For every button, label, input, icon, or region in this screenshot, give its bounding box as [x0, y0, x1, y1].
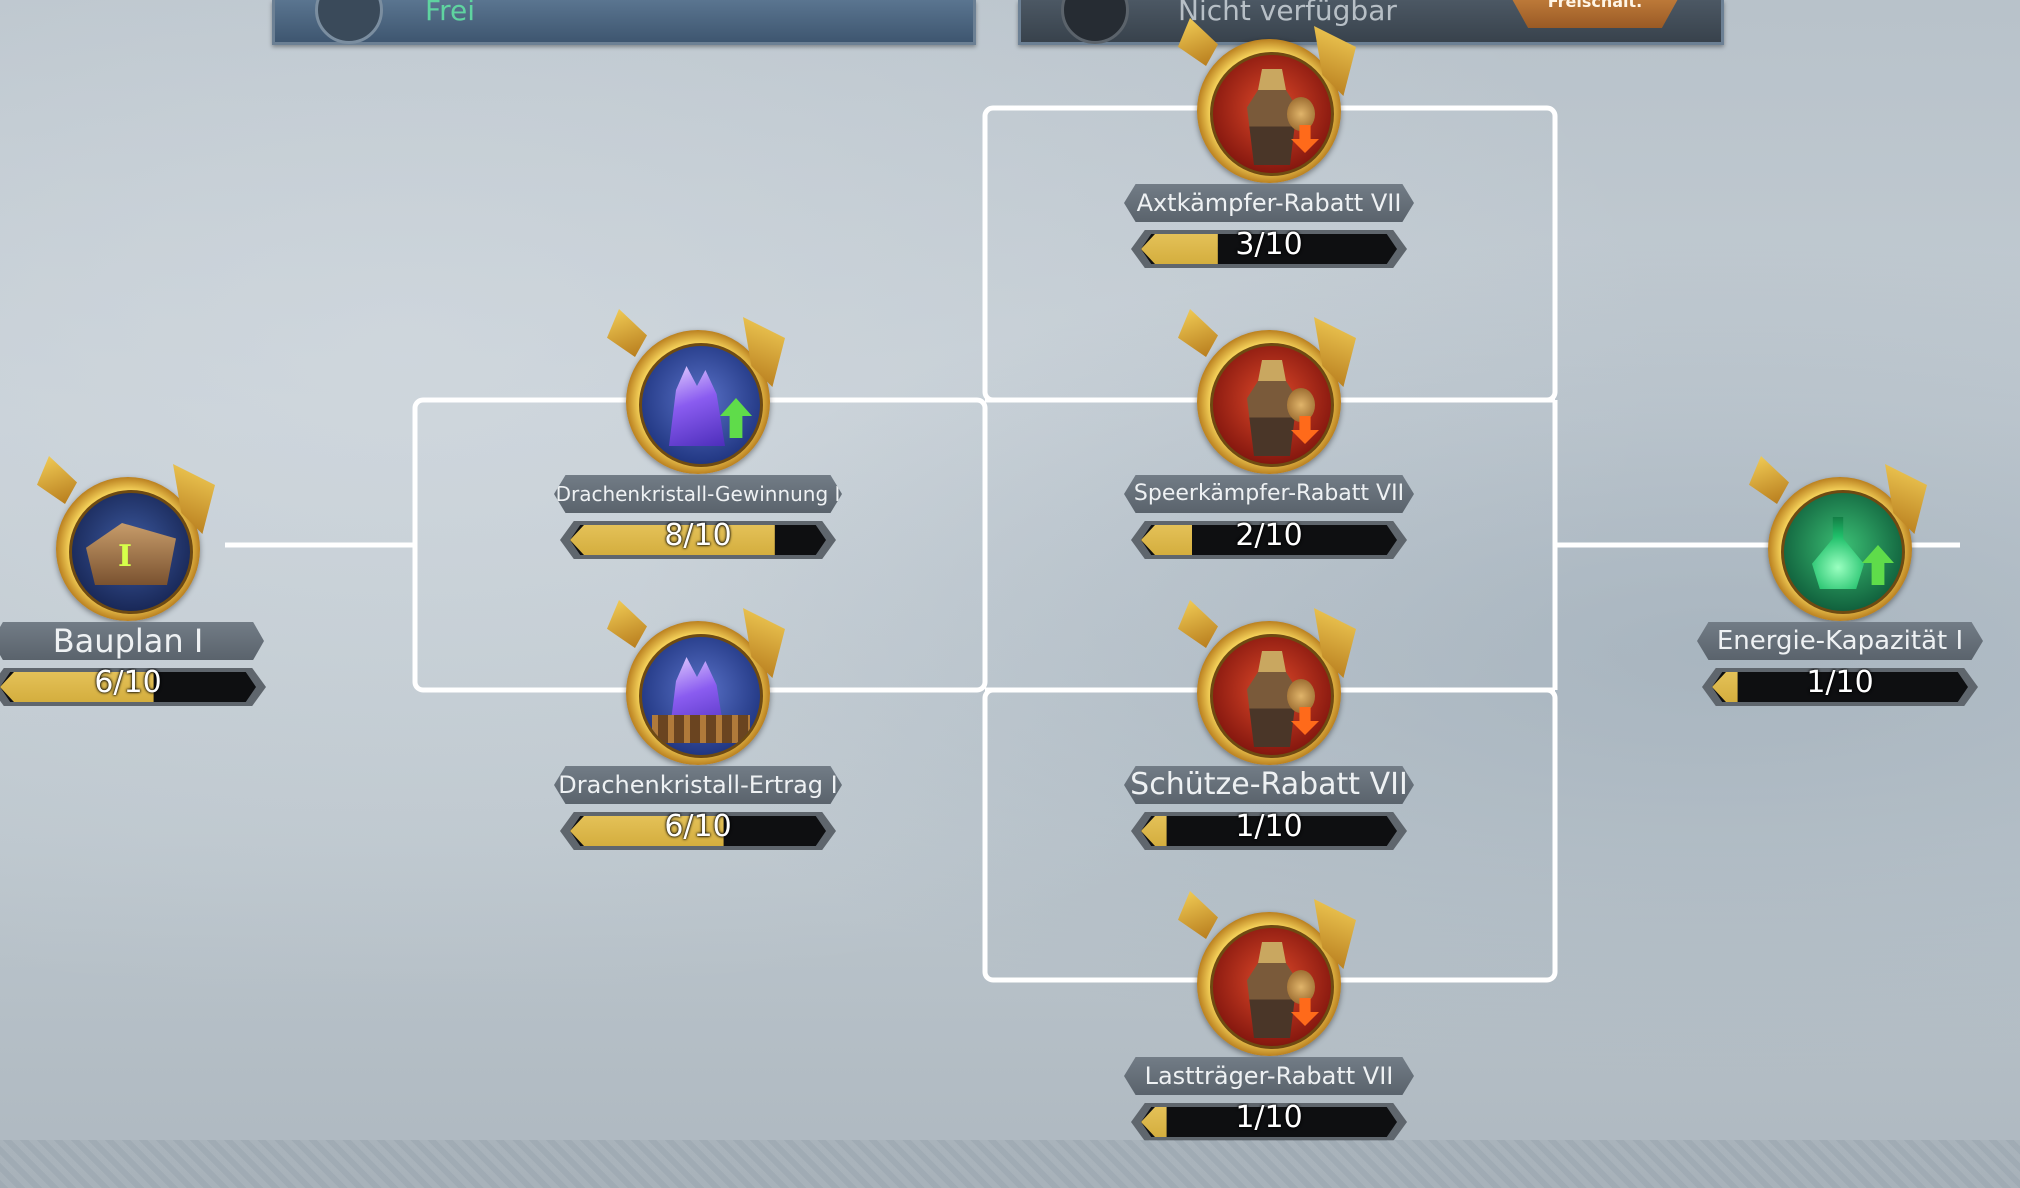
- skill-emblem[interactable]: I: [33, 450, 223, 640]
- skill-progress-label: 6/10: [94, 665, 162, 700]
- skill-progress-bar: 3/10: [1131, 230, 1407, 268]
- skill-node-bauplan[interactable]: I Bauplan I 6/10: [0, 450, 278, 706]
- skill-progress-bar: 6/10: [0, 668, 266, 706]
- skill-name: Bauplan I: [0, 622, 264, 660]
- skill-progress-label: 1/10: [1235, 1100, 1303, 1135]
- spear-warrior-icon: [1210, 343, 1334, 467]
- crystal-up-icon: [639, 343, 763, 467]
- skill-emblem[interactable]: [1174, 12, 1364, 202]
- skill-name: Schütze-Rabatt VII: [1124, 766, 1414, 804]
- blueprint-ship-icon: I: [69, 490, 193, 614]
- skill-progress-bar: 1/10: [1702, 668, 1978, 706]
- skill-name: Drachenkristall-Ertrag I: [554, 766, 842, 804]
- skill-emblem[interactable]: [1174, 594, 1364, 784]
- skill-emblem[interactable]: [1745, 450, 1935, 640]
- dragon-crest-icon: [1178, 600, 1218, 648]
- skill-progress-label: 1/10: [1806, 665, 1874, 700]
- dragon-crest-icon: [37, 456, 77, 504]
- porter-icon: [1210, 925, 1334, 1049]
- skill-progress-bar: 2/10: [1131, 521, 1407, 559]
- skill-emblem[interactable]: [1174, 885, 1364, 1075]
- skill-name: Lastträger-Rabatt VII: [1124, 1057, 1414, 1095]
- skill-node-gewinnung[interactable]: Drachenkristall-Gewinnung I 8/10: [548, 303, 848, 559]
- archer-icon: [1210, 634, 1334, 758]
- skill-node-speerkaempfer[interactable]: Speerkämpfer-Rabatt VII 2/10: [1119, 303, 1419, 559]
- dragon-crest-icon: [1178, 18, 1218, 66]
- skill-name: Drachenkristall-Gewinnung I: [554, 475, 842, 513]
- skill-progress-bar: 1/10: [1131, 812, 1407, 850]
- bottom-frame: [0, 1140, 2020, 1188]
- skill-node-energie[interactable]: Energie-Kapazität I 1/10: [1690, 450, 1990, 706]
- dragon-crest-icon: [607, 600, 647, 648]
- dragon-crest-icon: [1178, 891, 1218, 939]
- crystal-fence-icon: [639, 634, 763, 758]
- skill-emblem[interactable]: [1174, 303, 1364, 493]
- skill-node-axtkaempfer[interactable]: Axtkämpfer-Rabatt VII 3/10: [1119, 12, 1419, 268]
- dragon-crest-icon: [1749, 456, 1789, 504]
- skill-name: Axtkämpfer-Rabatt VII: [1124, 184, 1414, 222]
- skill-progress-label: 1/10: [1235, 809, 1303, 844]
- skill-node-lasttraeger[interactable]: Lastträger-Rabatt VII 1/10: [1119, 885, 1419, 1141]
- axe-warrior-icon: [1210, 52, 1334, 176]
- skill-progress-label: 2/10: [1235, 518, 1303, 553]
- skill-node-schuetze[interactable]: Schütze-Rabatt VII 1/10: [1119, 594, 1419, 850]
- energy-potion-icon: [1781, 490, 1905, 614]
- skill-name: Energie-Kapazität I: [1697, 622, 1983, 660]
- dragon-crest-icon: [1178, 309, 1218, 357]
- skill-emblem[interactable]: [603, 594, 793, 784]
- skill-progress-bar: 6/10: [560, 812, 836, 850]
- skill-progress-bar: 8/10: [560, 521, 836, 559]
- skill-progress-label: 6/10: [664, 809, 732, 844]
- skill-progress-label: 8/10: [664, 518, 732, 553]
- skill-node-ertrag[interactable]: Drachenkristall-Ertrag I 6/10: [548, 594, 848, 850]
- skill-progress-label: 3/10: [1235, 227, 1303, 262]
- skill-name: Speerkämpfer-Rabatt VII: [1124, 475, 1414, 513]
- dragon-crest-icon: [607, 309, 647, 357]
- skill-progress-bar: 1/10: [1131, 1103, 1407, 1141]
- skill-emblem[interactable]: [603, 303, 793, 493]
